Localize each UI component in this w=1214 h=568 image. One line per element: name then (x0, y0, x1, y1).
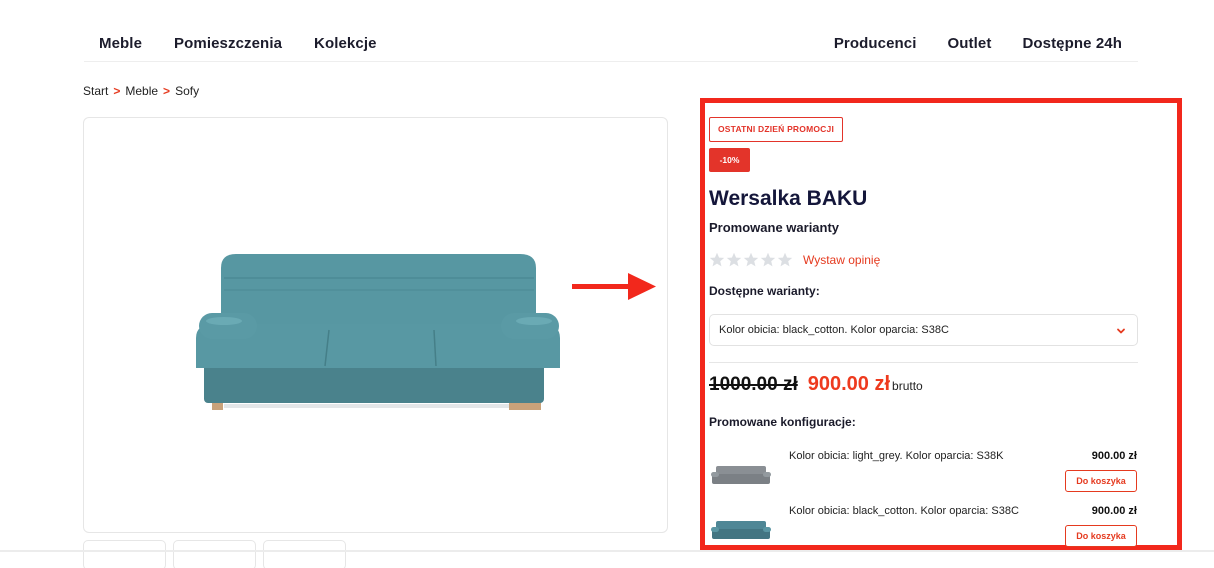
add-to-cart-button[interactable]: Do koszyka (1065, 525, 1137, 547)
config-label: Kolor obicia: black_cotton. Kolor oparci… (789, 505, 1019, 517)
config-price: 900.00 zł (1091, 505, 1137, 517)
breadcrumb-separator: > (163, 84, 171, 98)
nav-link-meble[interactable]: Meble (99, 35, 142, 52)
chevron-down-icon (1117, 328, 1125, 334)
divider (709, 362, 1138, 363)
top-navigation: Meble Pomieszczenia Kolekcje Producenci … (84, 0, 1138, 62)
thumbnail[interactable] (173, 540, 256, 568)
star-icon[interactable] (726, 252, 742, 268)
promoted-configs-label: Promowane konfiguracje: (709, 415, 856, 429)
promoted-variants-label: Promowane warianty (709, 220, 840, 235)
write-review-link[interactable]: Wystaw opinię (803, 253, 880, 267)
config-label: Kolor obicia: light_grey. Kolor oparcia:… (789, 450, 1004, 462)
variant-select[interactable]: Kolor obicia: black_cotton. Kolor oparci… (709, 314, 1138, 346)
sale-price: 900.00 zł (807, 373, 891, 395)
rating-row: Wystaw opinię (709, 252, 880, 268)
breadcrumb-separator: > (113, 84, 121, 98)
product-image-card[interactable] (83, 117, 668, 533)
arrow-right-icon (572, 273, 656, 300)
variant-select-value: Kolor obicia: black_cotton. Kolor oparci… (719, 324, 949, 336)
discount-badge: -10% (709, 148, 750, 172)
thumbnail[interactable] (83, 540, 166, 568)
price-row: 1000.00 zł 900.00 zł brutto (709, 373, 923, 396)
config-price: 900.00 zł (1091, 450, 1137, 462)
nav-link-producenci[interactable]: Producenci (834, 35, 917, 52)
breadcrumb: Start > Meble > Sofy (83, 84, 199, 98)
star-icon[interactable] (760, 252, 776, 268)
old-price: 1000.00 zł (709, 374, 798, 395)
breadcrumb-sofy[interactable]: Sofy (175, 84, 199, 98)
nav-link-pomieszczenia[interactable]: Pomieszczenia (174, 35, 282, 52)
product-title: Wersalka BAKU (709, 187, 868, 210)
page-bottom-edge (0, 550, 1214, 552)
thumbnail[interactable] (263, 540, 346, 568)
nav-left-group: Meble Pomieszczenia Kolekcje (99, 35, 377, 52)
thumbnail-strip (83, 540, 346, 568)
breadcrumb-start[interactable]: Start (83, 84, 108, 98)
config-sofa-thumbnail (711, 521, 771, 539)
config-row: Kolor obicia: black_cotton. Kolor oparci… (709, 505, 1139, 555)
star-icon[interactable] (709, 252, 725, 268)
nav-link-dostepne-24h[interactable]: Dostępne 24h (1022, 35, 1122, 52)
rating-stars (709, 252, 793, 268)
breadcrumb-meble[interactable]: Meble (125, 84, 158, 98)
star-icon[interactable] (743, 252, 759, 268)
star-icon[interactable] (777, 252, 793, 268)
available-variants-label: Dostępne warianty: (709, 284, 820, 298)
nav-link-outlet[interactable]: Outlet (948, 35, 992, 52)
nav-link-kolekcje[interactable]: Kolekcje (314, 35, 377, 52)
sofa-image (196, 254, 560, 410)
price-suffix: brutto (892, 379, 923, 393)
config-row: Kolor obicia: light_grey. Kolor oparcia:… (709, 450, 1139, 500)
promo-badge: OSTATNI DZIEŃ PROMOCJI (709, 117, 844, 142)
add-to-cart-button[interactable]: Do koszyka (1065, 470, 1137, 492)
nav-right-group: Producenci Outlet Dostępne 24h (834, 35, 1122, 52)
config-sofa-thumbnail (711, 466, 771, 484)
